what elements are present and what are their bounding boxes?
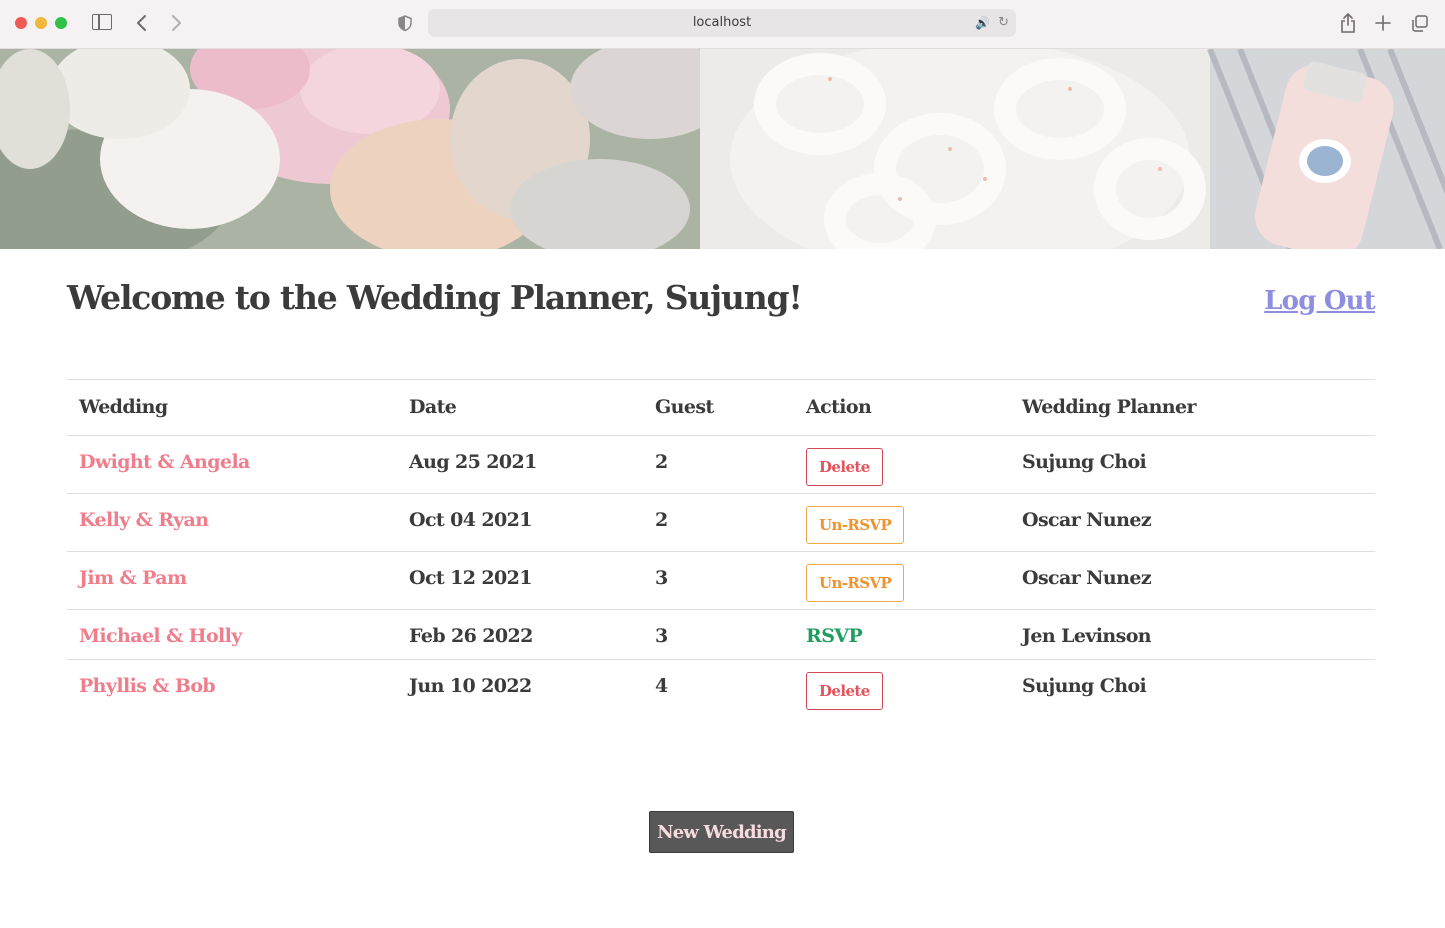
window-close-button[interactable] <box>15 17 27 29</box>
url-text: localhost <box>692 15 752 30</box>
wedding-date: Aug 25 2021 <box>397 435 643 494</box>
table-row: Michael & Holly Feb 26 2022 3 RSVP Jen L… <box>67 609 1375 660</box>
tabs-icon[interactable] <box>1410 11 1430 40</box>
url-bar[interactable]: localhost 🔊 ↻ <box>428 9 1016 37</box>
table-row: Jim & Pam Oct 12 2021 3 Un-RSVP Oscar Nu… <box>67 551 1375 610</box>
window-maximize-button[interactable] <box>55 17 67 29</box>
wedding-link[interactable]: Dwight & Angela <box>79 451 250 473</box>
wedding-date: Oct 12 2021 <box>397 551 643 610</box>
shield-icon[interactable] <box>397 11 413 40</box>
wedding-planner: Jen Levinson <box>1010 609 1375 660</box>
table-row: Dwight & Angela Aug 25 2021 2 Delete Suj… <box>67 435 1375 494</box>
guest-count: 2 <box>643 493 794 552</box>
speaker-icon[interactable]: 🔊 <box>975 9 990 37</box>
wedding-link[interactable]: Michael & Holly <box>79 625 242 647</box>
wedding-date: Oct 04 2021 <box>397 493 643 552</box>
chevron-left-icon[interactable] <box>135 11 149 40</box>
wedding-link[interactable]: Jim & Pam <box>79 567 187 589</box>
wedding-planner: Sujung Choi <box>1010 435 1375 494</box>
delete-button[interactable]: Delete <box>806 448 883 486</box>
un-rsvp-button[interactable]: Un-RSVP <box>806 564 905 602</box>
guest-count: 3 <box>643 609 794 660</box>
chevron-right-icon[interactable] <box>169 11 183 40</box>
weddings-table: Wedding Date Guest Action Wedding Planne… <box>67 379 1375 717</box>
wedding-link[interactable]: Phyllis & Bob <box>79 675 216 697</box>
wedding-date: Feb 26 2022 <box>397 609 643 660</box>
share-icon[interactable] <box>1339 11 1357 40</box>
logout-link[interactable]: Log Out <box>1264 286 1376 316</box>
table-row: Kelly & Ryan Oct 04 2021 2 Un-RSVP Oscar… <box>67 493 1375 552</box>
column-header-action: Action <box>794 379 1010 436</box>
table-header-row: Wedding Date Guest Action Wedding Planne… <box>67 379 1375 436</box>
un-rsvp-button[interactable]: Un-RSVP <box>806 506 905 544</box>
wedding-planner: Oscar Nunez <box>1010 551 1375 610</box>
browser-toolbar: localhost 🔊 ↻ <box>0 0 1445 49</box>
delete-button[interactable]: Delete <box>806 672 883 710</box>
wedding-date: Jun 10 2022 <box>397 659 643 717</box>
reload-icon[interactable]: ↻ <box>998 9 1009 37</box>
sidebar-icon[interactable] <box>92 14 112 30</box>
column-header-wedding-planner: Wedding Planner <box>1010 379 1375 436</box>
rsvp-link[interactable]: RSVP <box>806 625 863 647</box>
wedding-link[interactable]: Kelly & Ryan <box>79 509 209 531</box>
column-header-wedding: Wedding <box>67 379 397 436</box>
new-wedding-button[interactable]: New Wedding <box>649 811 794 853</box>
window-minimize-button[interactable] <box>35 17 47 29</box>
column-header-guest: Guest <box>643 379 794 436</box>
table-row: Phyllis & Bob Jun 10 2022 4 Delete Sujun… <box>67 659 1375 717</box>
wedding-planner: Sujung Choi <box>1010 659 1375 717</box>
page-title: Welcome to the Wedding Planner, Sujung! <box>67 278 803 317</box>
wedding-planner: Oscar Nunez <box>1010 493 1375 552</box>
guest-count: 3 <box>643 551 794 610</box>
plus-icon[interactable] <box>1374 11 1392 40</box>
guest-count: 2 <box>643 435 794 494</box>
column-header-date: Date <box>397 379 643 436</box>
hero-banner-image <box>0 49 1445 249</box>
guest-count: 4 <box>643 659 794 717</box>
